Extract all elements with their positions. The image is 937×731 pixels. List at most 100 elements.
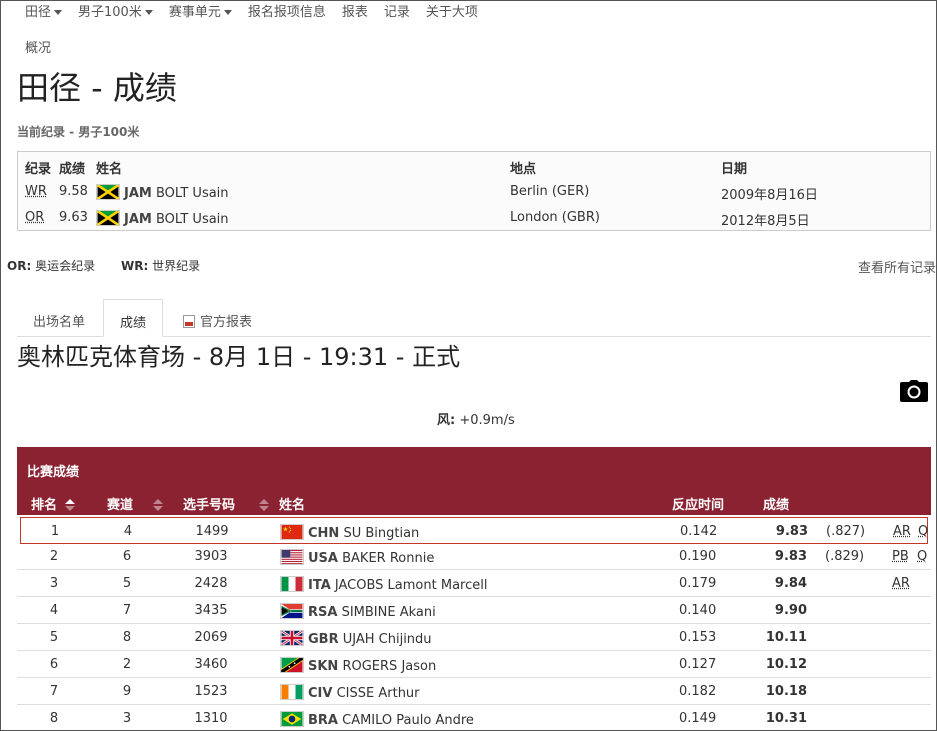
qualification-badge: Q [918,524,928,539]
record-result: 9.58 [59,184,88,199]
record-type: WR [25,184,47,199]
legend-wr: WR: 世界纪录 [121,257,200,274]
table-row[interactable]: 6 2 3460 SKN ROGERS Jason 0.127 10.12 [17,651,931,678]
record-row: WR 9.58 JAM BOLT Usain Berlin (GER) 2009… [18,180,930,204]
qualification-badge: Q [917,549,927,564]
nav-item-records[interactable]: 记录 [384,1,410,21]
rank: 8 [47,711,61,726]
rank: 4 [47,603,61,618]
ivory-coast-flag-icon [280,684,304,700]
tab-results[interactable]: 成绩 [103,299,163,337]
record-athlete-name: BOLT Usain [156,212,229,227]
athlete[interactable]: USA BAKER Ronnie [280,549,434,566]
record-row: OR 9.63 JAM BOLT Usain London (GBR) 2012… [18,206,930,230]
table-row[interactable]: 8 3 1310 BRA CAMILO Paulo Andre 0.149 10… [17,705,931,731]
bib-number: 3460 [187,657,235,672]
bib-number: 1523 [187,684,235,699]
jamaica-flag-icon [96,184,120,200]
lane: 5 [121,576,133,591]
col-venue: 地点 [510,158,536,177]
nav-item-reports[interactable]: 报表 [342,1,368,21]
record-athlete-name: BOLT Usain [156,186,229,201]
record-date: 2009年8月16日 [721,184,818,203]
col-lane[interactable]: 赛道 [107,494,163,513]
breadcrumb[interactable]: 概况 [25,37,51,56]
reaction-time: 0.140 [679,603,716,618]
col-athlete: 姓名 [279,494,305,513]
athlete[interactable]: CHN SU Bingtian [280,524,419,541]
athlete[interactable]: RSA SIMBINE Akani [280,603,436,620]
athlete[interactable]: BRA CAMILO Paulo Andre [280,711,474,728]
athlete[interactable]: SKN ROGERS Jason [280,657,436,674]
table-row[interactable]: 5 8 2069 GBR UJAH Chijindu 0.153 10.11 [17,624,931,651]
rank: 2 [47,549,61,564]
result-time: 9.83 [759,549,807,564]
wind-reading: 风: +0.9m/s [437,409,515,428]
saint-kitts-nevis-flag-icon [280,657,304,673]
reaction-time: 0.182 [679,684,716,699]
record-result: 9.63 [59,210,88,225]
col-rank[interactable]: 排名 [31,494,75,513]
legend-or: OR: 奥运会纪录 [7,257,95,274]
record-badge: AR [893,524,911,539]
nav-item-event-unit[interactable]: 赛事单元 [169,1,232,21]
table-row[interactable]: 3 5 2428 ITA JACOBS Lamont Marcell 0.179… [17,570,931,597]
lane: 6 [121,549,133,564]
nav-item-entries[interactable]: 报名报项信息 [248,1,326,21]
china-flag-icon [280,524,304,540]
chevron-down-icon [224,10,232,15]
result-time: 9.83 [760,524,808,539]
session-title: 奥林匹克体育场 - 8月 1日 - 19:31 - 正式 [17,337,460,372]
col-record: 纪录 [25,158,51,177]
rank: 5 [47,630,61,645]
tab-start-list[interactable]: 出场名单 [17,299,101,337]
record-athlete[interactable]: JAM BOLT Usain [96,210,229,227]
nav-item-about[interactable]: 关于大项 [426,1,478,21]
nav-item-event[interactable]: 男子100米 [78,1,153,21]
table-row[interactable]: 1 4 1499 CHN SU Bingtian 0.142 9.83 (.82… [20,517,928,544]
lane: 2 [121,657,133,672]
table-row[interactable]: 7 9 1523 CIV CISSE Arthur 0.182 10.18 [17,678,931,705]
rank: 1 [48,524,62,539]
athlete[interactable]: CIV CISSE Arthur [280,684,420,701]
reaction-time: 0.149 [679,711,716,726]
record-athlete[interactable]: JAM BOLT Usain [96,184,229,201]
sort-icon [153,499,163,511]
rank: 7 [47,684,61,699]
time-detail: (.827) [826,524,865,539]
lane: 3 [121,711,133,726]
lane: 4 [122,524,134,539]
reaction-time: 0.142 [680,524,717,539]
bib-number: 2428 [187,576,235,591]
usa-flag-icon [280,549,304,565]
record-type: OR [25,210,44,225]
result-time: 10.11 [759,630,807,645]
col-result: 成绩 [763,494,789,513]
result-time: 10.12 [759,657,807,672]
lane: 7 [121,603,133,618]
south-africa-flag-icon [280,603,304,619]
table-row[interactable]: 4 7 3435 RSA SIMBINE Akani 0.140 9.90 [17,597,931,624]
table-row[interactable]: 2 6 3903 USA BAKER Ronnie 0.190 9.83 (.8… [17,543,931,570]
bib-number: 2069 [187,630,235,645]
brazil-flag-icon [280,711,304,727]
reaction-time: 0.190 [679,549,716,564]
result-time: 9.84 [759,576,807,591]
athlete[interactable]: GBR UJAH Chijindu [280,630,432,647]
athlete[interactable]: ITA JACOBS Lamont Marcell [280,576,487,593]
see-all-records-link[interactable]: 查看所有记录 [858,257,936,276]
chevron-down-icon [54,10,62,15]
reaction-time: 0.127 [679,657,716,672]
record-venue: London (GBR) [510,210,600,225]
reaction-time: 0.179 [679,576,716,591]
nav-item-sport[interactable]: 田径 [25,1,62,21]
lane: 8 [121,630,133,645]
records-caption: 当前纪录 - 男子100米 [17,123,139,140]
sort-icon [259,499,269,511]
italy-flag-icon [280,576,304,592]
results-header: 比赛成绩 排名 赛道 选手号码 姓名 反应时间 成绩 [17,447,931,515]
col-bib[interactable]: 选手号码 [183,494,269,513]
tab-official-reports[interactable]: 官方报表 [167,299,268,337]
reaction-time: 0.153 [679,630,716,645]
camera-icon[interactable] [900,380,928,402]
